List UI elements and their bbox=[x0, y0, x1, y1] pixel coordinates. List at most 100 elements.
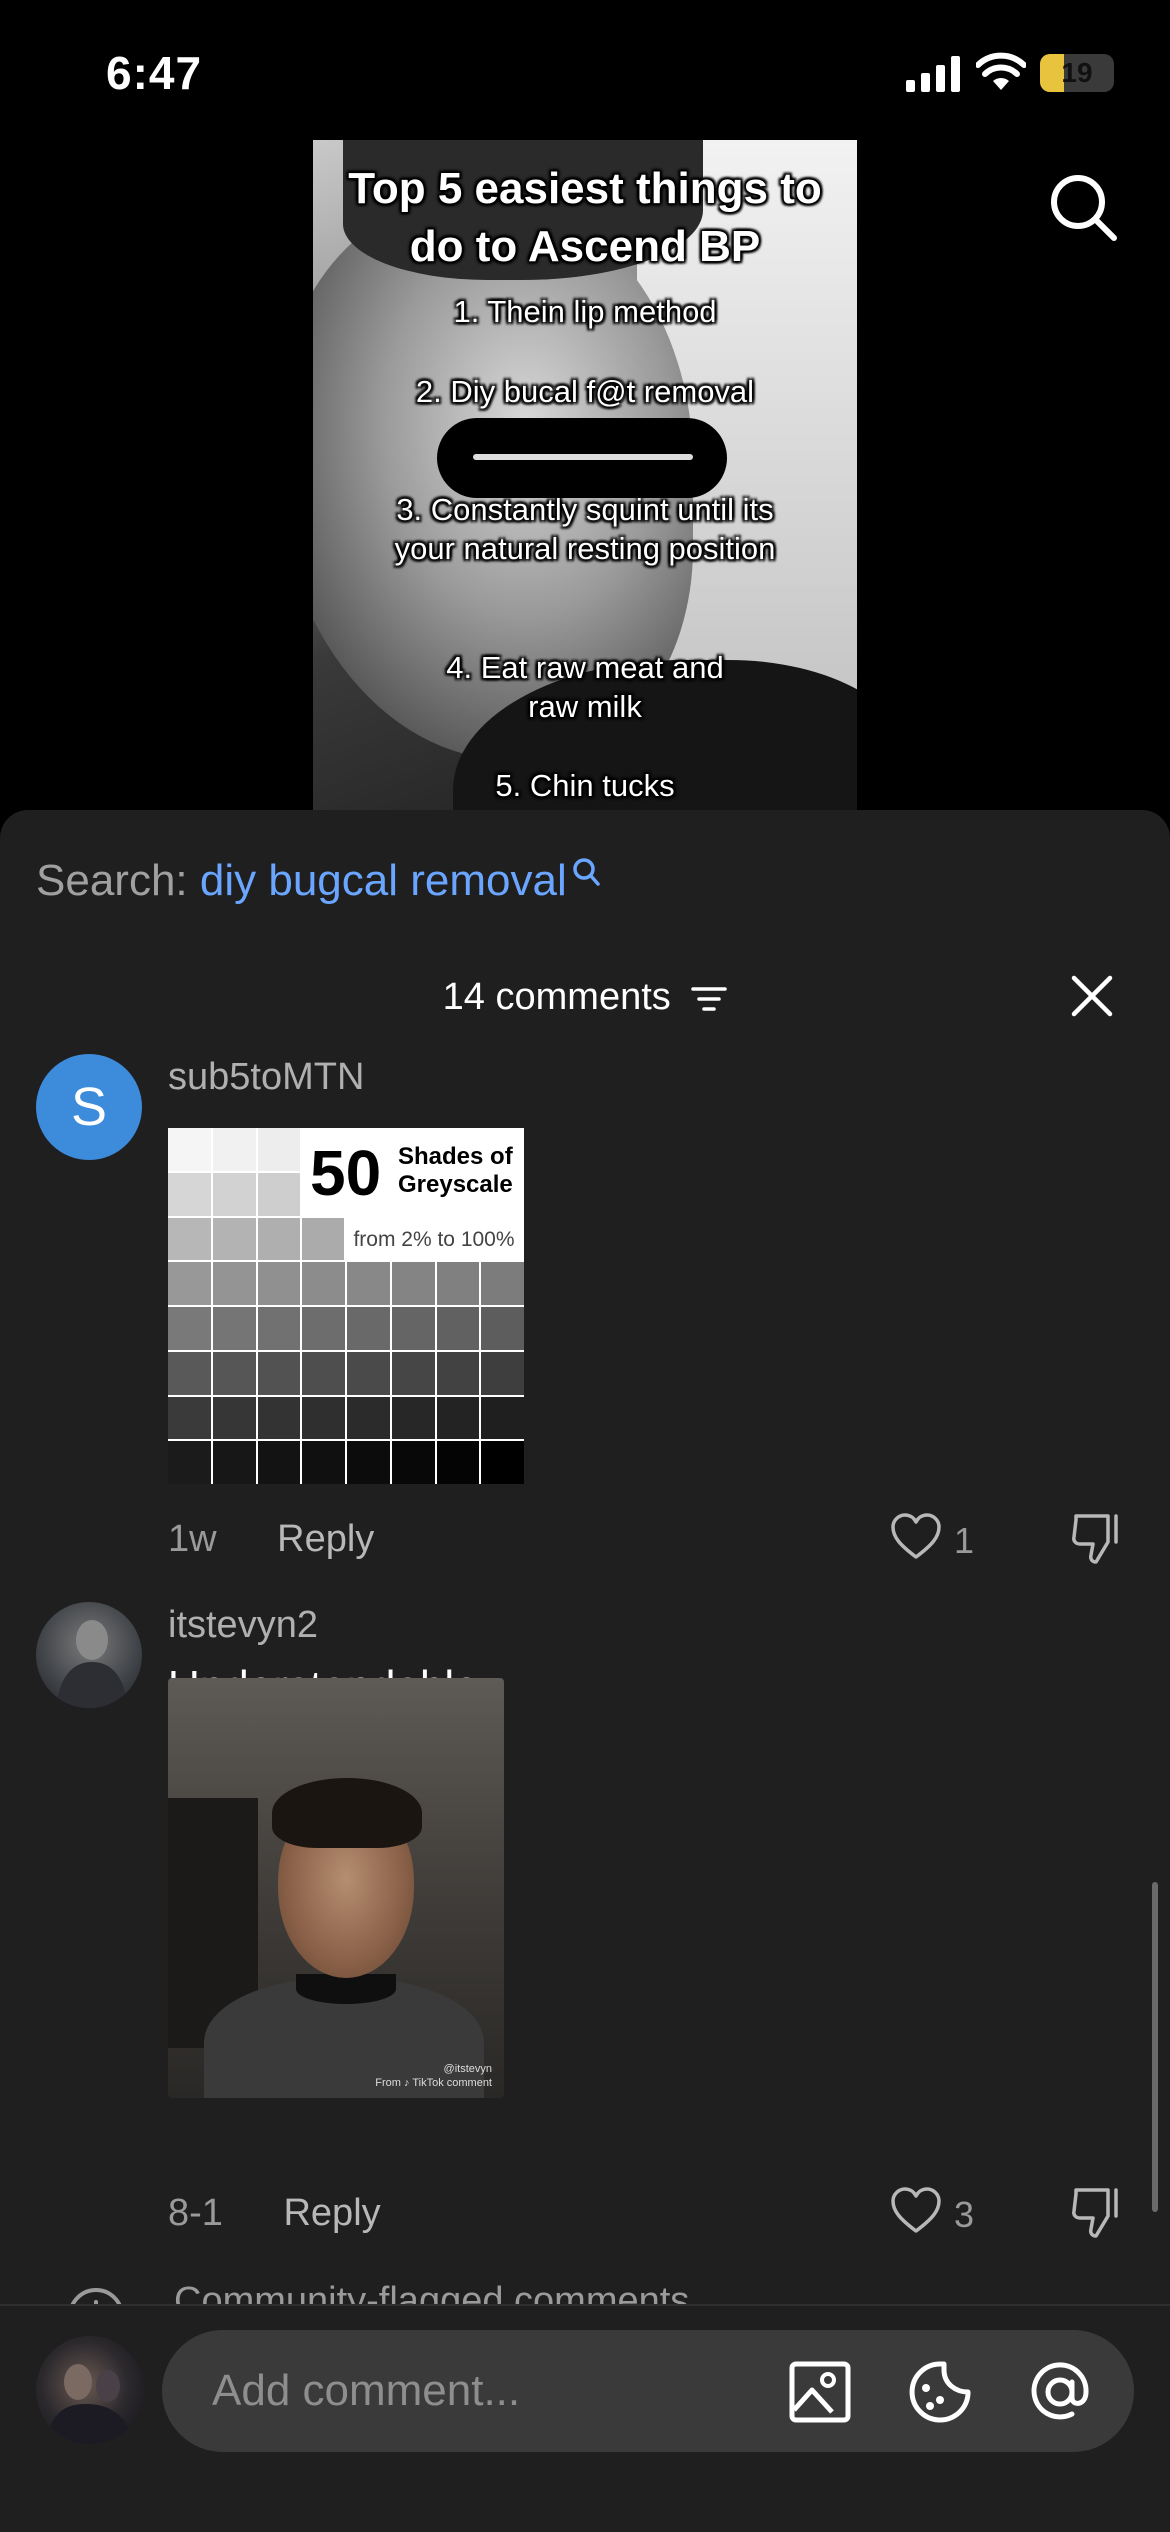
dislike-icon[interactable] bbox=[1070, 1512, 1126, 1566]
video-overlay-title: Top 5 easiest things to do to Ascend BP bbox=[348, 164, 822, 271]
greyscale-swatch bbox=[168, 1172, 211, 1216]
battery-level: 19 bbox=[1061, 57, 1093, 88]
greyscale-swatch bbox=[212, 1396, 256, 1440]
cellular-signal-icon bbox=[906, 56, 960, 92]
like-button[interactable]: 1 bbox=[890, 1512, 1010, 1566]
comment-time: 1w bbox=[168, 1518, 217, 1560]
greyscale-swatch bbox=[347, 1262, 390, 1305]
greyscale-swatch bbox=[257, 1217, 301, 1261]
greyscale-number: 50 bbox=[310, 1137, 382, 1209]
greyscale-swatch bbox=[436, 1441, 480, 1484]
search-suggestion-term[interactable]: diy bugcal removal bbox=[200, 856, 567, 905]
status-time: 6:47 bbox=[106, 47, 203, 99]
greyscale-swatch bbox=[391, 1396, 435, 1440]
greyscale-swatch bbox=[257, 1172, 301, 1216]
greyscale-swatch bbox=[347, 1307, 390, 1350]
greyscale-swatch bbox=[168, 1351, 211, 1395]
greyscale-swatch bbox=[212, 1441, 256, 1484]
comment-meta: 1w Reply bbox=[168, 1518, 374, 1561]
greyscale-swatch bbox=[302, 1351, 345, 1395]
greyscale-swatch bbox=[212, 1307, 256, 1350]
greyscale-swatch bbox=[257, 1441, 301, 1484]
video-player[interactable]: Top 5 easiest things to do to Ascend BP … bbox=[313, 140, 857, 810]
greyscale-title-line1: Shades of bbox=[398, 1143, 513, 1170]
greyscale-swatch bbox=[391, 1262, 435, 1305]
greyscale-title: 50 Shades of Greyscale bbox=[300, 1128, 524, 1218]
comment-image-photo[interactable]: @itstevyn From ♪ TikTok comment bbox=[168, 1678, 504, 2098]
greyscale-swatch bbox=[168, 1441, 211, 1484]
comment-composer bbox=[0, 2304, 1170, 2532]
video-overlay-item: 5. Chin tucks bbox=[495, 768, 675, 803]
greyscale-swatch bbox=[302, 1396, 345, 1440]
avatar-photo bbox=[56, 1620, 128, 1708]
watermark-source: From ♪ TikTok comment bbox=[375, 2077, 492, 2089]
greyscale-swatch bbox=[481, 1351, 524, 1395]
reply-button[interactable]: Reply bbox=[283, 2192, 380, 2234]
greyscale-swatch bbox=[391, 1307, 435, 1350]
comment-username[interactable]: itstevyn2 bbox=[168, 1604, 318, 1647]
greyscale-swatch bbox=[481, 1441, 524, 1484]
greyscale-swatch bbox=[168, 1396, 211, 1440]
image-icon[interactable] bbox=[788, 2360, 852, 2424]
photo-watermark: @itstevyn From ♪ TikTok comment bbox=[375, 2062, 492, 2090]
video-overlay-item: 4. Eat raw meat and raw milk bbox=[446, 650, 724, 724]
greyscale-swatch bbox=[347, 1441, 390, 1484]
greyscale-swatch bbox=[212, 1128, 256, 1171]
scrollbar[interactable] bbox=[1152, 1882, 1158, 2212]
greyscale-swatch bbox=[302, 1307, 345, 1350]
video-censor-line bbox=[473, 454, 693, 460]
battery-indicator: 19 bbox=[1040, 54, 1114, 92]
like-count: 1 bbox=[954, 1520, 975, 1561]
comment-input[interactable] bbox=[212, 2358, 772, 2424]
comment-input-container[interactable] bbox=[162, 2330, 1134, 2452]
greyscale-swatch bbox=[391, 1441, 435, 1484]
close-icon[interactable] bbox=[1070, 974, 1114, 1018]
greyscale-swatch bbox=[436, 1351, 480, 1395]
greyscale-swatch bbox=[436, 1396, 480, 1440]
photo-subject-collar bbox=[296, 1974, 396, 2004]
watermark-handle: @itstevyn bbox=[443, 2063, 492, 2075]
greyscale-swatch bbox=[257, 1396, 301, 1440]
comment-username[interactable]: sub5toMTN bbox=[168, 1056, 364, 1099]
search-icon bbox=[572, 858, 600, 886]
comments-count: 14 comments bbox=[442, 976, 671, 1018]
greyscale-swatch bbox=[302, 1217, 345, 1261]
greyscale-swatch bbox=[257, 1128, 301, 1171]
greyscale-swatch bbox=[436, 1307, 480, 1350]
heart-icon bbox=[891, 1513, 941, 1559]
greyscale-swatch bbox=[168, 1217, 211, 1261]
avatar[interactable]: S bbox=[36, 1054, 142, 1160]
at-icon[interactable] bbox=[1028, 2360, 1092, 2424]
greyscale-swatch bbox=[347, 1351, 390, 1395]
like-count: 3 bbox=[954, 2194, 975, 2235]
greyscale-swatch bbox=[302, 1262, 345, 1305]
current-user-avatar[interactable] bbox=[36, 2336, 144, 2444]
greyscale-swatch bbox=[168, 1307, 211, 1350]
greyscale-swatch bbox=[168, 1262, 211, 1305]
like-button[interactable]: 3 bbox=[890, 2186, 1010, 2240]
video-overlay-item: 3. Constantly squint until its your natu… bbox=[394, 492, 776, 566]
avatar[interactable] bbox=[36, 1602, 142, 1708]
search-suggestion-label: Search: bbox=[36, 856, 188, 905]
greyscale-swatch bbox=[212, 1217, 256, 1261]
status-bar: 6:47 19 bbox=[0, 0, 1170, 140]
greyscale-swatch bbox=[391, 1351, 435, 1395]
greyscale-subtitle: from 2% to 100% bbox=[344, 1218, 524, 1262]
greyscale-swatch bbox=[347, 1396, 390, 1440]
comment-time: 8-1 bbox=[168, 2192, 223, 2234]
sticker-icon[interactable] bbox=[908, 2360, 972, 2424]
search-icon[interactable] bbox=[1048, 172, 1118, 242]
comment-image-greyscale[interactable]: 50 Shades of Greyscale from 2% to 100% bbox=[168, 1128, 524, 1484]
video-overlay-item: 2. Diy bucal f@t removal bbox=[415, 374, 755, 409]
greyscale-swatch bbox=[257, 1262, 301, 1305]
wifi-icon bbox=[976, 52, 1026, 90]
greyscale-swatch bbox=[436, 1262, 480, 1305]
sort-icon[interactable] bbox=[691, 983, 728, 1015]
greyscale-title-line2: Greyscale bbox=[398, 1171, 513, 1198]
video-overlay-item: 1. Thein lip method bbox=[453, 294, 717, 329]
dislike-icon[interactable] bbox=[1070, 2186, 1126, 2240]
search-suggestion[interactable]: Search: diy bugcal removal bbox=[36, 856, 601, 906]
greyscale-swatch bbox=[212, 1262, 256, 1305]
avatar-photo bbox=[46, 2364, 134, 2444]
reply-button[interactable]: Reply bbox=[277, 1518, 374, 1560]
